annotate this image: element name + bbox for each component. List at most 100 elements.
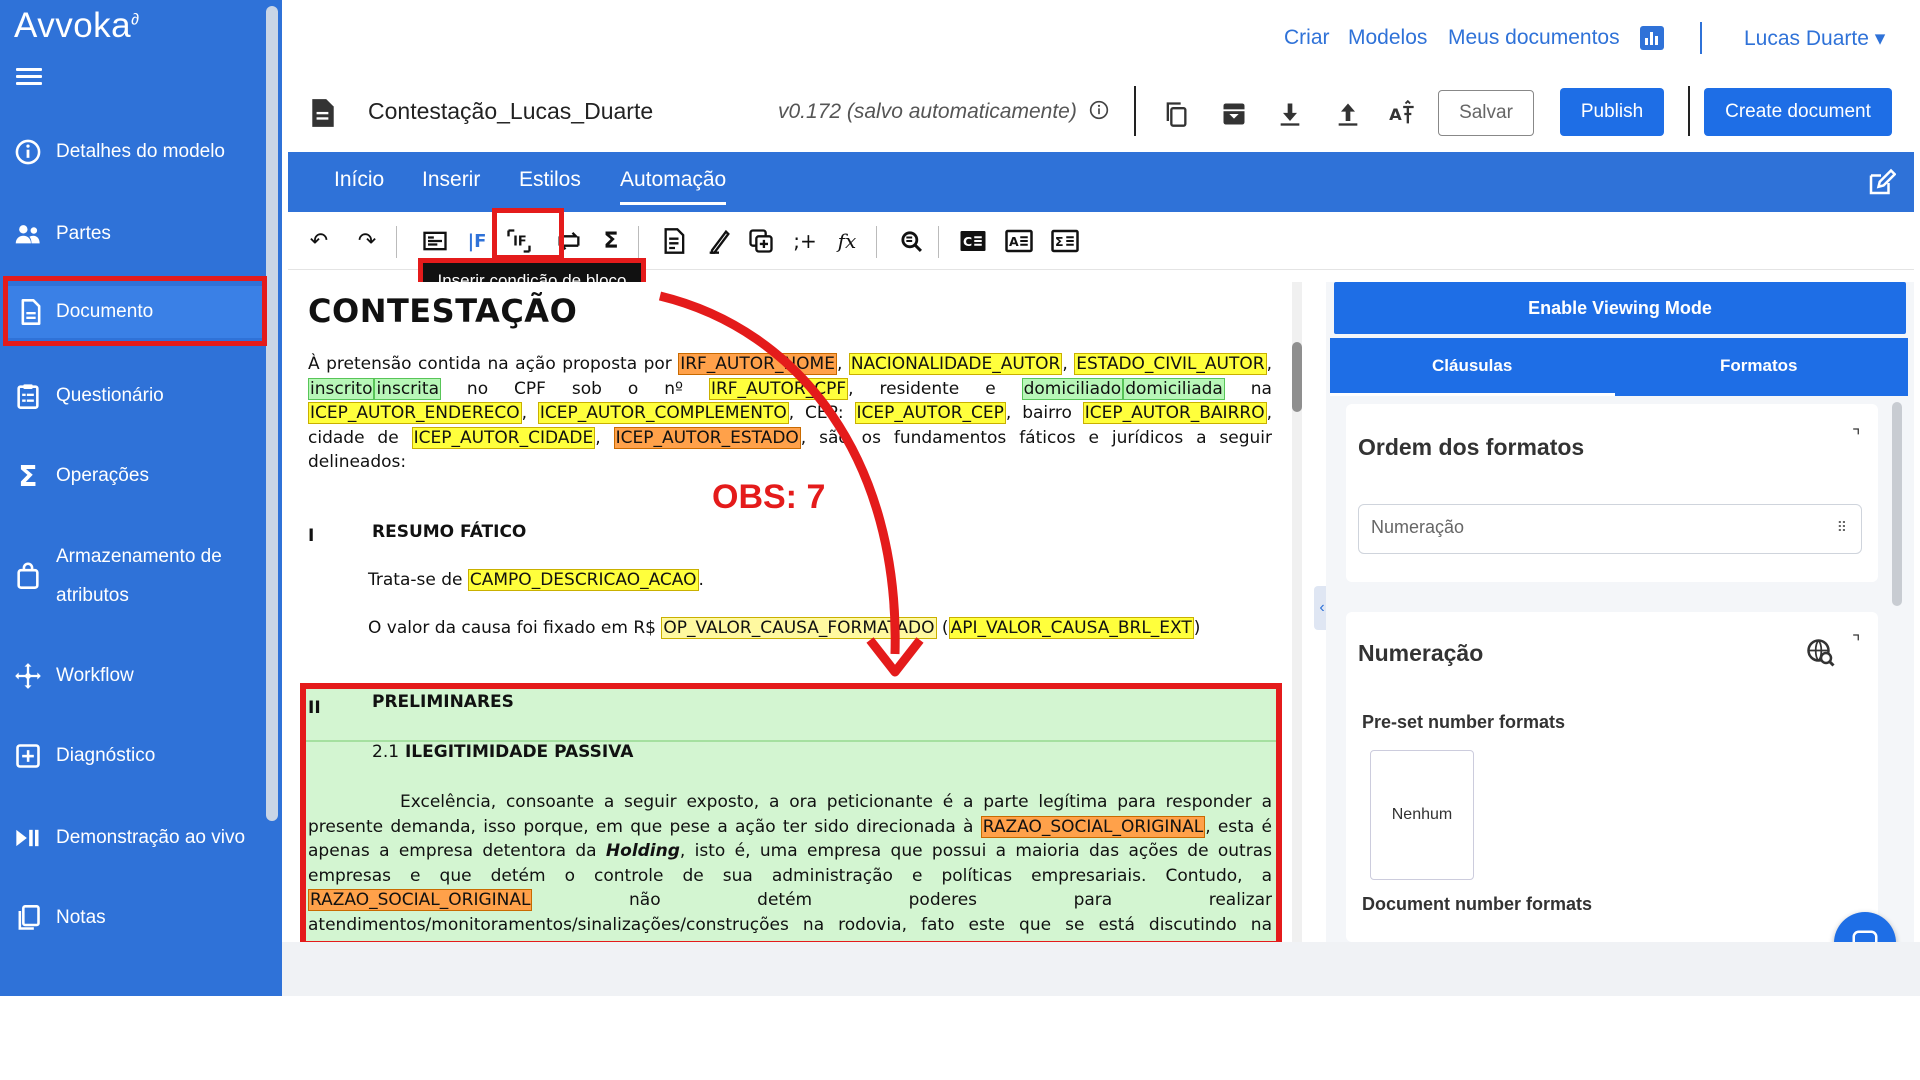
duplicate-icon[interactable] xyxy=(1160,98,1192,130)
sidebar-item-armazenamento[interactable]: Armazenamento de atributos xyxy=(0,536,266,616)
analytics-icon[interactable] xyxy=(1640,26,1664,50)
undo-icon[interactable]: ↶ xyxy=(302,224,336,258)
sidebar-item-label: Demonstração ao vivo xyxy=(56,827,246,848)
variable-tag[interactable]: ICEP_AUTOR_COMPLEMENTO xyxy=(537,402,789,424)
collapse-corner-icon[interactable]: ⌝ xyxy=(1852,426,1860,447)
document-icon xyxy=(310,98,336,133)
find-replace-icon[interactable] xyxy=(894,224,928,258)
sidebar-item-workflow[interactable]: Workflow xyxy=(0,656,266,696)
format-order-card xyxy=(1346,404,1878,582)
tab-inserir[interactable]: Inserir xyxy=(422,168,480,192)
insert-field-icon[interactable] xyxy=(418,224,452,258)
tab-inicio[interactable]: Início xyxy=(334,168,384,192)
variable-tag[interactable]: ICEP_AUTOR_BAIRRO xyxy=(1082,402,1267,424)
if-block-highlight-box xyxy=(492,208,564,260)
menu-icon[interactable] xyxy=(16,68,42,86)
variable-tag[interactable]: ICEP_AUTOR_CEP xyxy=(854,402,1006,424)
variable-tag[interactable]: API_VALOR_CAUSA_BRL_EXT xyxy=(948,617,1194,639)
plus-box-icon xyxy=(0,742,56,770)
user-menu[interactable]: Lucas Duarte ▾ xyxy=(1744,26,1885,51)
format-order-item[interactable]: Numeração ⠿ xyxy=(1358,504,1862,554)
nav-link-modelos[interactable]: Modelos xyxy=(1348,26,1427,50)
enable-viewing-mode-button[interactable]: Enable Viewing Mode xyxy=(1334,282,1906,334)
archive-icon[interactable] xyxy=(1218,98,1250,130)
sigma-icon: Σ xyxy=(18,459,38,493)
if-inline-icon[interactable]: |F xyxy=(460,224,494,258)
document-heading: CONTESTAÇÃO xyxy=(308,292,578,330)
create-document-button[interactable]: Create document xyxy=(1704,88,1892,136)
document-scrollbar[interactable] xyxy=(1292,282,1302,942)
nav-link-meus-documentos[interactable]: Meus documentos xyxy=(1448,26,1620,50)
sidebar-item-notas[interactable]: Notas xyxy=(0,898,266,938)
save-button[interactable]: Salvar xyxy=(1438,90,1534,136)
variable-tag[interactable]: ICEP_AUTOR_ENDERECO xyxy=(308,402,522,424)
option-tag[interactable]: domiciliada xyxy=(1123,377,1225,400)
copy-block-icon[interactable] xyxy=(744,224,778,258)
tab-formatos[interactable]: Formatos xyxy=(1720,356,1797,376)
document-title[interactable]: Contestação_Lucas_Duarte xyxy=(368,98,653,125)
document-list-icon[interactable] xyxy=(658,224,692,258)
collapse-corner-icon[interactable]: ⌝ xyxy=(1852,632,1860,653)
translate-icon[interactable]: A xyxy=(1386,98,1418,130)
sidebar-item-partes[interactable]: Partes xyxy=(0,214,266,254)
svg-text:A: A xyxy=(1009,234,1019,249)
chevron-down-icon: ▾ xyxy=(1874,27,1886,50)
tab-automacao[interactable]: Automação xyxy=(620,168,727,205)
sidebar-item-detalhes[interactable]: Detalhes do modelo xyxy=(0,132,266,172)
e-box-icon[interactable]: Σ xyxy=(1048,224,1082,258)
option-tag[interactable]: inscrito xyxy=(308,377,375,400)
preset-format-none[interactable]: Nenhum xyxy=(1370,750,1474,880)
panel-scrollbar[interactable] xyxy=(1892,402,1902,606)
description-paragraph[interactable]: Trata-se de CAMPO_DESCRICAO_ACAO. xyxy=(368,568,1268,593)
sidebar-item-operacoes[interactable]: Σ Operações xyxy=(0,456,266,496)
documento-highlight-box xyxy=(3,276,267,346)
editor-ribbon: Início Inserir Estilos Automação xyxy=(288,152,1914,212)
redo-icon[interactable]: ↷ xyxy=(350,224,384,258)
intro-paragraph[interactable]: À pretensão contida na ação proposta por… xyxy=(308,352,1272,475)
variable-tag[interactable]: OP_VALOR_CAUSA_FORMATADO xyxy=(661,617,937,639)
numbering-title: Numeração xyxy=(1358,640,1484,666)
publish-button[interactable]: Publish xyxy=(1560,88,1664,136)
option-tag[interactable]: inscrita xyxy=(374,377,441,400)
download-icon[interactable] xyxy=(1274,98,1306,130)
sidebar-item-demonstracao[interactable]: Demonstração ao vivo xyxy=(0,818,266,858)
add-after-icon[interactable]: ;+ xyxy=(788,224,822,258)
search-globe-icon[interactable] xyxy=(1806,638,1836,673)
user-name: Lucas Duarte xyxy=(1744,27,1869,50)
sidebar-scrollbar[interactable] xyxy=(266,6,278,821)
variable-tag[interactable]: ICEP_AUTOR_CIDADE xyxy=(411,426,596,449)
sidebar-item-questionario[interactable]: Questionário xyxy=(0,376,266,416)
drag-handle-icon[interactable]: ⠿ xyxy=(1837,519,1847,536)
variable-tag[interactable]: ICEP_AUTOR_ESTADO xyxy=(613,426,801,449)
tab-clausulas[interactable]: Cláusulas xyxy=(1432,356,1512,376)
variable-tag[interactable]: ESTADO_CIVIL_AUTOR xyxy=(1074,353,1267,375)
format-order-title: Ordem dos formatos xyxy=(1358,434,1585,460)
value-paragraph[interactable]: O valor da causa foi fixado em R$ OP_VAL… xyxy=(368,616,1268,641)
nav-divider xyxy=(1700,22,1702,54)
version-status: v0.172 (salvo automaticamente) xyxy=(778,100,1109,124)
variable-tag[interactable]: IRF_AUTOR_CPF xyxy=(708,377,849,400)
edit-icon[interactable] xyxy=(1866,168,1897,203)
info-icon xyxy=(0,138,56,166)
variable-tag[interactable]: CAMPO_DESCRICAO_ACAO xyxy=(467,569,699,591)
formula-icon[interactable]: fx xyxy=(830,224,864,258)
top-navigation: Criar Modelos Meus documentos Lucas Duar… xyxy=(282,0,1920,78)
app-logo[interactable]: Avvoka∂ xyxy=(14,6,140,46)
nav-link-criar[interactable]: Criar xyxy=(1284,26,1330,50)
variable-tag[interactable]: NACIONALIDADE_AUTOR xyxy=(848,353,1063,375)
play-pause-icon xyxy=(0,824,56,852)
variable-tag[interactable]: IRF_AUTOR_NOME xyxy=(678,353,837,375)
a-box-icon[interactable]: A xyxy=(1002,224,1036,258)
c-box-icon[interactable]: C xyxy=(956,224,990,258)
info-icon[interactable] xyxy=(1089,100,1109,120)
sidebar-item-diagnostico[interactable]: Diagnóstico xyxy=(0,736,266,776)
annotation-label: OBS: 7 xyxy=(712,478,826,516)
option-tag[interactable]: domiciliado xyxy=(1021,377,1124,400)
workflow-icon xyxy=(0,662,56,690)
svg-text:C: C xyxy=(963,234,972,249)
sum-icon[interactable]: Σ xyxy=(594,224,628,258)
upload-icon[interactable] xyxy=(1332,98,1364,130)
tab-estilos[interactable]: Estilos xyxy=(519,168,581,192)
header-divider xyxy=(1134,86,1136,136)
signature-icon[interactable] xyxy=(702,224,736,258)
